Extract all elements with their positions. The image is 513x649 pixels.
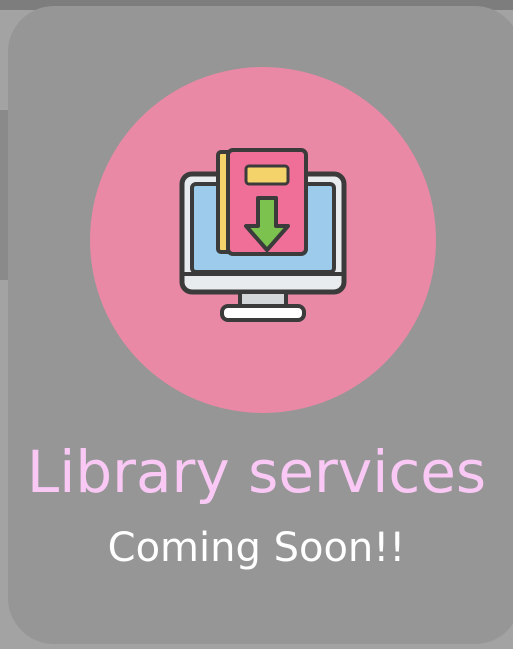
computer-book-download-icon xyxy=(178,146,348,326)
tile-subtitle: Coming Soon!! xyxy=(107,525,406,571)
tile-title: Library services xyxy=(26,438,487,506)
page: Library services Coming Soon!! xyxy=(0,0,513,649)
